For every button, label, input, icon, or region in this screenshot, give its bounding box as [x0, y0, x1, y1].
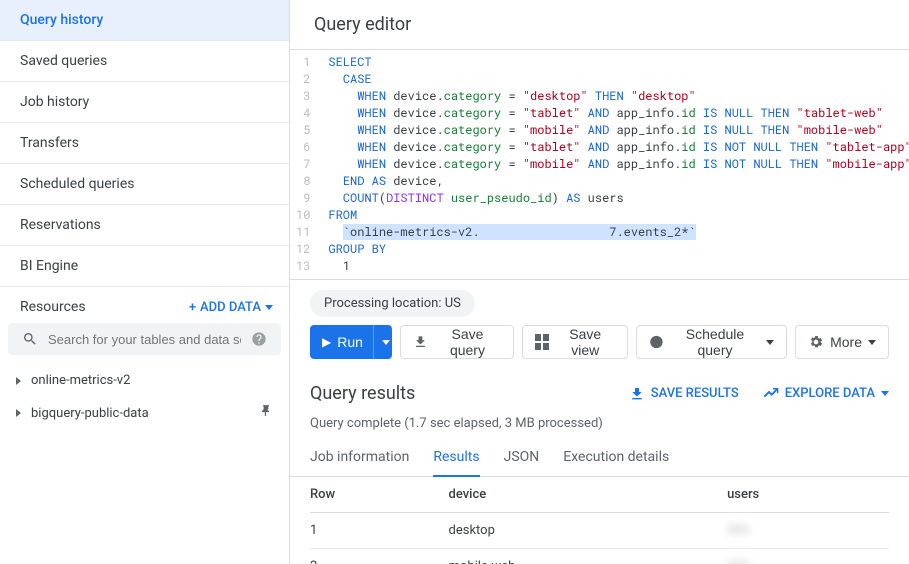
- expand-arrow-icon[interactable]: [16, 409, 21, 417]
- nav-item[interactable]: Transfers: [0, 123, 289, 164]
- result-tabs: Job information Results JSON Execution deta…: [290, 439, 909, 477]
- table-cell: mobile-web: [449, 549, 728, 564]
- run-button[interactable]: ▶ Run: [310, 325, 392, 359]
- processing-location-chip[interactable]: Processing location: US: [310, 290, 475, 317]
- search-row[interactable]: [8, 323, 281, 355]
- chart-icon: [763, 386, 779, 402]
- save-view-button[interactable]: Save view: [522, 325, 629, 359]
- resources-header: Resources + ADD DATA: [0, 287, 289, 323]
- save-results-button[interactable]: SAVE RESULTS: [629, 386, 739, 402]
- gear-icon: [808, 334, 824, 350]
- dataset-label: online-metrics-v2: [31, 373, 130, 388]
- chevron-down-icon: [766, 340, 774, 345]
- schedule-query-button[interactable]: Schedule query: [636, 325, 787, 359]
- search-icon: [22, 331, 38, 347]
- nav-item[interactable]: Query history: [0, 0, 289, 41]
- results-tab[interactable]: Job information: [310, 439, 409, 476]
- column-header: Row: [310, 477, 449, 513]
- table-cell: 000: [727, 513, 889, 549]
- dataset-tree-item[interactable]: bigquery-public-data: [8, 396, 281, 430]
- download-icon: [629, 386, 645, 402]
- table-cell: 2: [310, 549, 449, 564]
- chevron-down-icon: [382, 340, 390, 345]
- table-row: 1desktop000: [310, 513, 889, 549]
- dataset-label: bigquery-public-data: [31, 406, 149, 421]
- dataset-tree-item[interactable]: online-metrics-v2: [8, 365, 281, 396]
- column-header: device: [449, 477, 728, 513]
- explore-data-button[interactable]: EXPLORE DATA: [763, 386, 889, 402]
- table-cell: desktop: [449, 513, 728, 549]
- search-input[interactable]: [48, 332, 241, 347]
- resources-label: Resources: [20, 299, 86, 315]
- table-cell: 000: [727, 549, 889, 564]
- results-tab[interactable]: Execution details: [563, 439, 669, 476]
- help-icon[interactable]: [251, 331, 267, 347]
- table-cell: 1: [310, 513, 449, 549]
- add-data-button[interactable]: + ADD DATA: [189, 300, 273, 315]
- query-status: Query complete (1.7 sec elapsed, 3 MB pr…: [290, 408, 909, 439]
- action-bar: Processing location: US ▶ Run Save query…: [290, 280, 909, 369]
- nav-item[interactable]: Reservations: [0, 205, 289, 246]
- sidebar: Query historySaved queriesJob historyTra…: [0, 0, 290, 564]
- results-table: Rowdeviceusers 1desktop0002mobile-web000…: [310, 477, 889, 564]
- nav-item[interactable]: Job history: [0, 82, 289, 123]
- expand-arrow-icon[interactable]: [16, 377, 21, 385]
- editor-title: Query editor: [290, 0, 909, 50]
- nav-item[interactable]: Scheduled queries: [0, 164, 289, 205]
- main: Query editor 12345678910111213 SELECT CA…: [290, 0, 909, 564]
- chevron-down-icon: [868, 340, 876, 345]
- grid-icon: [535, 334, 550, 350]
- code-area[interactable]: SELECT CASE WHEN device.category = "desk…: [320, 50, 909, 279]
- chevron-down-icon: [881, 391, 889, 396]
- line-gutter: 12345678910111213: [290, 50, 320, 279]
- code-editor[interactable]: 12345678910111213 SELECT CASE WHEN devic…: [290, 50, 909, 280]
- plus-icon: +: [189, 300, 196, 315]
- results-tab[interactable]: Results: [433, 439, 479, 477]
- play-icon: ▶: [310, 335, 335, 349]
- pin-icon[interactable]: [259, 404, 273, 422]
- save-query-button[interactable]: Save query: [400, 325, 513, 359]
- download-icon: [413, 334, 428, 350]
- chevron-down-icon: [265, 305, 273, 310]
- dataset-tree: online-metrics-v2 bigquery-public-data: [0, 355, 289, 440]
- more-button[interactable]: More: [795, 325, 889, 359]
- clock-icon: [649, 334, 664, 350]
- nav-item[interactable]: BI Engine: [0, 246, 289, 287]
- results-header: Query results SAVE RESULTS EXPLORE DATA: [290, 369, 909, 408]
- column-header: users: [727, 477, 889, 513]
- run-dropdown[interactable]: [373, 325, 393, 359]
- table-row: 2mobile-web000: [310, 549, 889, 564]
- results-title: Query results: [310, 383, 415, 404]
- nav-item[interactable]: Saved queries: [0, 41, 289, 82]
- results-tab[interactable]: JSON: [504, 439, 540, 476]
